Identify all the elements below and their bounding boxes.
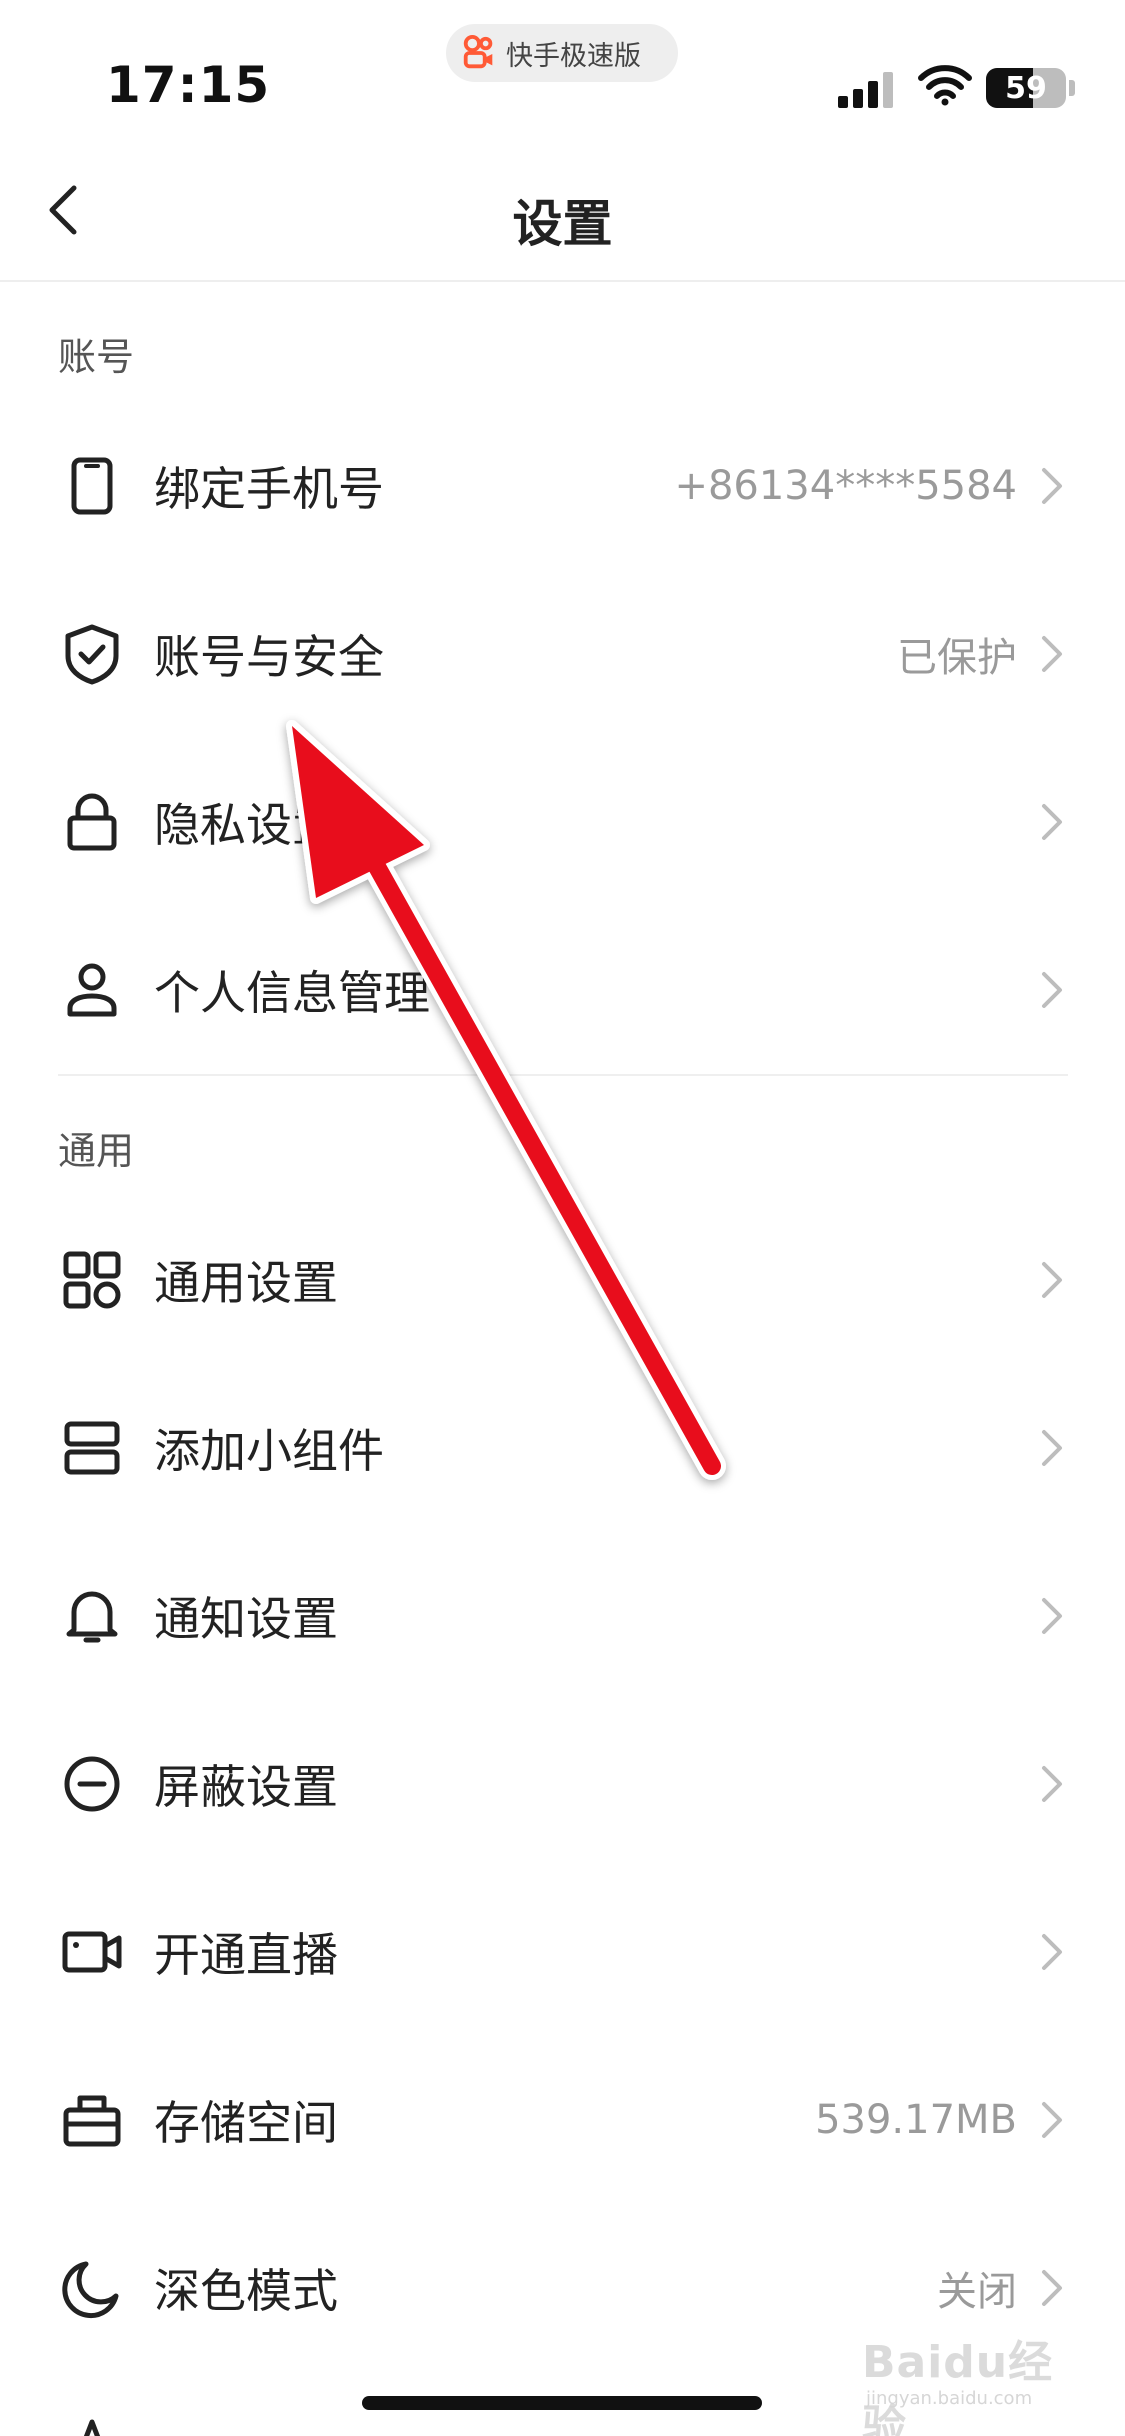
battery-level: 59 xyxy=(1005,70,1047,106)
row-general-settings[interactable]: 通用设置 xyxy=(0,1196,1125,1364)
row-label: 屏蔽设置 xyxy=(154,1760,338,1814)
settings-page: 17:15 快手极速版 59 设置 账号 绑定手机号 +86134****558… xyxy=(0,0,1125,2436)
row-privacy-settings[interactable]: 隐私设置 xyxy=(0,738,1125,906)
row-notification-settings[interactable]: 通知设置 xyxy=(0,1532,1125,1700)
row-personal-info[interactable]: 个人信息管理 xyxy=(0,906,1125,1074)
chevron-right-icon xyxy=(1042,636,1062,672)
row-value: 关闭 xyxy=(937,2269,1017,2315)
row-label: 账号与安全 xyxy=(154,630,384,684)
row-account-security[interactable]: 账号与安全 已保护 xyxy=(0,570,1125,738)
chevron-right-icon xyxy=(1042,468,1062,504)
phone-icon xyxy=(71,457,113,515)
kuaishou-logo-icon xyxy=(463,34,493,69)
chevron-right-icon xyxy=(1042,1766,1062,1802)
baidu-jingyan-watermark: Baidu经验 jingyan.baidu.com xyxy=(862,2318,1072,2436)
row-label: 绑定手机号 xyxy=(154,462,384,516)
battery-icon: 59 xyxy=(986,68,1066,108)
chevron-right-icon xyxy=(1042,2102,1062,2138)
app-badge-label: 快手极速版 xyxy=(506,40,641,72)
shield-check-icon xyxy=(65,624,119,685)
moon-icon xyxy=(62,2261,119,2319)
person-icon xyxy=(67,963,117,1017)
battery-cap xyxy=(1069,80,1075,96)
page-title: 设置 xyxy=(512,195,613,253)
chevron-right-icon xyxy=(1042,1598,1062,1634)
video-camera-icon xyxy=(62,1931,122,1973)
section-header-general: 通用 xyxy=(58,1129,135,1173)
home-indicator[interactable] xyxy=(362,2396,762,2410)
partial-row-icon xyxy=(83,2419,101,2436)
cellular-signal-icon xyxy=(838,72,893,108)
row-start-live[interactable]: 开通直播 xyxy=(0,1868,1125,2036)
row-label: 通知设置 xyxy=(154,1592,338,1646)
section-divider xyxy=(58,1074,1068,1076)
chevron-right-icon xyxy=(1042,1262,1062,1298)
row-block-settings[interactable]: 屏蔽设置 xyxy=(0,1700,1125,1868)
row-storage-space[interactable]: 存储空间 539.17MB xyxy=(0,2036,1125,2204)
row-bind-phone[interactable]: 绑定手机号 +86134****5584 xyxy=(0,402,1125,570)
widget-icon xyxy=(64,1421,120,1475)
block-icon xyxy=(64,1756,120,1812)
status-time: 17:15 xyxy=(106,56,271,114)
lock-icon xyxy=(67,793,117,851)
status-bar: 17:15 快手极速版 59 xyxy=(0,0,1125,140)
row-label: 个人信息管理 xyxy=(154,966,430,1020)
chevron-right-icon xyxy=(1042,804,1062,840)
watermark-url: jingyan.baidu.com xyxy=(866,2388,1033,2409)
app-return-pill[interactable]: 快手极速版 xyxy=(446,24,678,82)
row-label: 通用设置 xyxy=(154,1256,338,1310)
row-add-widget[interactable]: 添加小组件 xyxy=(0,1364,1125,1532)
row-label: 深色模式 xyxy=(154,2264,338,2318)
chevron-right-icon xyxy=(1042,2270,1062,2306)
bell-icon xyxy=(66,1591,118,1643)
storage-box-icon xyxy=(63,2095,121,2147)
row-label: 添加小组件 xyxy=(154,1424,384,1478)
row-label: 开通直播 xyxy=(154,1928,338,1982)
watermark-brand: Baidu经验 xyxy=(862,2337,1054,2436)
grid-icon xyxy=(63,1251,121,1309)
chevron-right-icon xyxy=(1042,1430,1062,1466)
row-label: 隐私设置 xyxy=(154,798,338,852)
row-value: 已保护 xyxy=(897,635,1017,681)
section-header-account: 账号 xyxy=(58,335,135,379)
row-value: +86134****5584 xyxy=(674,463,1017,509)
row-label: 存储空间 xyxy=(154,2096,338,2150)
chevron-right-icon xyxy=(1042,1934,1062,1970)
chevron-right-icon xyxy=(1042,972,1062,1008)
navigation-bar: 设置 xyxy=(0,140,1125,282)
wifi-icon xyxy=(918,65,972,106)
row-value: 539.17MB xyxy=(815,2097,1017,2143)
